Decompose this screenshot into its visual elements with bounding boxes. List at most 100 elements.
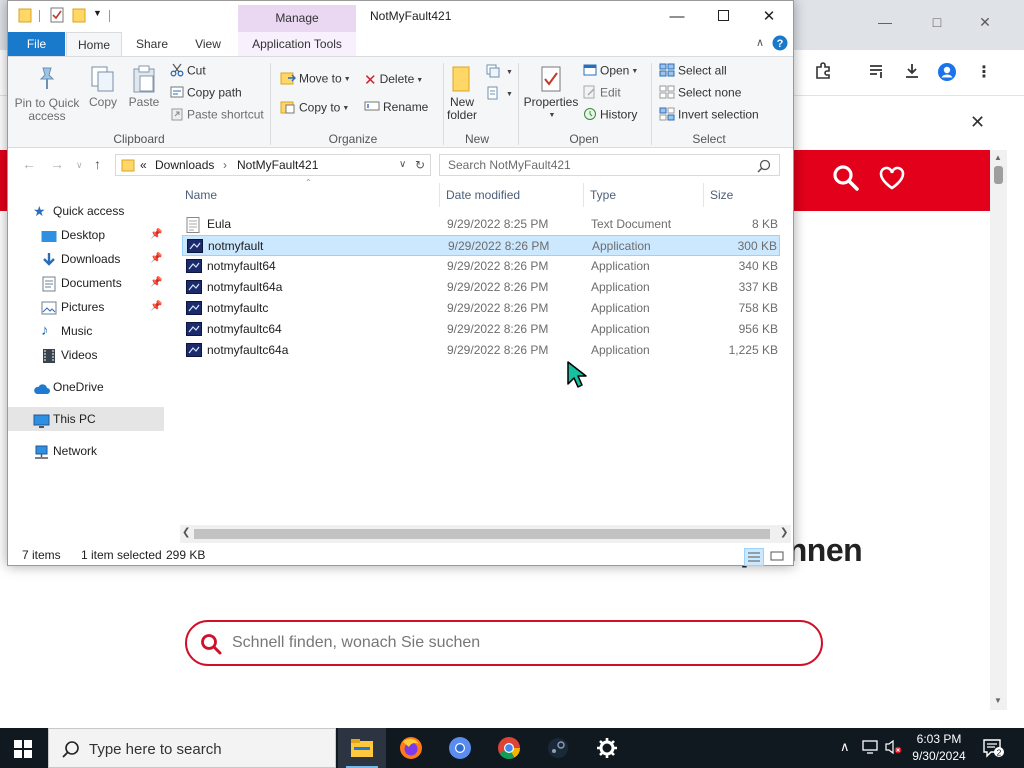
open-button[interactable]: Open ▼ xyxy=(583,63,638,80)
nav-item-music[interactable]: ♪ Music xyxy=(8,319,164,343)
site-search-icon[interactable] xyxy=(832,164,860,195)
scroll-left-icon[interactable]: ❮ xyxy=(182,527,190,538)
file-row[interactable]: notmyfaultc64 9/29/2022 8:26 PM Applicat… xyxy=(182,319,780,340)
action-center-icon[interactable]: 2 xyxy=(982,738,1004,761)
search-input[interactable]: Search NotMyFault421 xyxy=(439,154,780,176)
taskbar-firefox[interactable] xyxy=(387,728,435,768)
new-folder-button[interactable]: New folder xyxy=(444,65,478,122)
manage-contextual-tab[interactable]: Manage xyxy=(238,5,356,32)
refresh-icon[interactable]: ↻ xyxy=(415,158,425,172)
cut-button[interactable]: Cut xyxy=(170,63,206,80)
notice-close-icon[interactable]: ✕ xyxy=(970,112,985,133)
hscroll-thumb[interactable] xyxy=(194,529,770,539)
column-header-name[interactable]: Name xyxy=(185,188,217,202)
properties-button[interactable]: Properties ▼ xyxy=(522,65,580,122)
network-tray-icon[interactable] xyxy=(862,739,878,758)
file-row-selected[interactable]: notmyfault 9/29/2022 8:26 PM Application… xyxy=(182,235,780,256)
file-row[interactable]: notmyfault64 9/29/2022 8:26 PM Applicati… xyxy=(182,256,780,277)
maximize-button[interactable] xyxy=(700,5,746,29)
copy-path-button[interactable]: Copy path xyxy=(170,85,242,102)
column-header-type[interactable]: Type xyxy=(590,188,616,202)
column-header-date-modified[interactable]: Date modified xyxy=(446,188,520,202)
taskbar-search-box[interactable]: Type here to search xyxy=(48,728,336,768)
file-row[interactable]: notmyfaultc 9/29/2022 8:26 PM Applicatio… xyxy=(182,298,780,319)
scroll-right-icon[interactable]: ❯ xyxy=(780,527,788,538)
browser-close-button[interactable]: ✕ xyxy=(970,14,1000,31)
address-bar[interactable]: « Downloads › NotMyFault421 ∨ ↻ xyxy=(115,154,431,176)
large-icons-view-icon[interactable] xyxy=(768,548,788,566)
menu-kebab-icon[interactable]: ⋮ xyxy=(973,62,995,84)
file-row[interactable]: Eula 9/29/2022 8:25 PM Text Document 8 K… xyxy=(182,214,780,235)
nav-network[interactable]: Network xyxy=(8,439,164,463)
nav-onedrive[interactable]: OneDrive xyxy=(8,375,164,399)
nav-item-desktop[interactable]: Desktop 📌 xyxy=(8,223,164,247)
back-arrow-icon[interactable]: ← xyxy=(22,156,36,172)
tab-share[interactable]: Share xyxy=(126,32,178,56)
browser-minimize-button[interactable]: — xyxy=(870,14,900,30)
download-icon[interactable] xyxy=(901,62,923,84)
copy-button[interactable]: Copy xyxy=(86,65,120,109)
rename-button[interactable]: Rename xyxy=(364,100,428,115)
nav-item-videos[interactable]: Videos xyxy=(8,343,164,367)
page-scrollbar[interactable]: ▲ ▼ xyxy=(990,150,1007,710)
scroll-up-icon[interactable]: ▲ xyxy=(994,153,1002,162)
details-view-icon[interactable] xyxy=(744,548,764,566)
taskbar-chromium[interactable] xyxy=(436,728,484,768)
nav-this-pc[interactable]: This PC xyxy=(8,407,164,431)
column-divider[interactable] xyxy=(439,183,440,207)
collapse-ribbon-icon[interactable]: ∧ xyxy=(756,36,764,49)
nav-item-pictures[interactable]: Pictures 📌 xyxy=(8,295,164,319)
breadcrumb-notmyfault421[interactable]: NotMyFault421 xyxy=(237,158,318,172)
select-none-button[interactable]: Select none xyxy=(659,85,741,102)
paste-button[interactable]: Paste xyxy=(126,65,162,109)
taskbar-chrome[interactable] xyxy=(485,728,533,768)
column-divider[interactable] xyxy=(703,183,704,207)
address-history-chevron-icon[interactable]: ∨ xyxy=(399,159,406,170)
file-row[interactable]: notmyfaultc64a 9/29/2022 8:26 PM Applica… xyxy=(182,340,780,361)
help-icon[interactable]: ? xyxy=(772,35,788,54)
address-overflow-chevron[interactable]: « xyxy=(140,158,147,172)
pin-quick-access-button[interactable]: Pin to Quick access xyxy=(14,65,80,123)
tab-file[interactable]: File xyxy=(8,32,65,56)
move-to-button[interactable]: Move to ▼ xyxy=(280,71,351,88)
tab-home[interactable]: Home xyxy=(66,32,122,56)
edit-button[interactable]: Edit xyxy=(583,85,621,102)
taskbar-settings[interactable] xyxy=(583,728,631,768)
file-row[interactable]: notmyfault64a 9/29/2022 8:26 PM Applicat… xyxy=(182,277,780,298)
file-list-hscrollbar[interactable]: ❮ ❯ xyxy=(180,525,791,543)
minimize-button[interactable]: — xyxy=(654,5,700,29)
delete-button[interactable]: ✕ Delete ▼ xyxy=(364,71,423,89)
reading-list-icon[interactable] xyxy=(866,62,888,84)
new-folder-qat-icon[interactable] xyxy=(72,7,86,26)
tab-application-tools[interactable]: Application Tools xyxy=(238,32,356,56)
breadcrumb-downloads[interactable]: Downloads xyxy=(155,158,214,172)
properties-qat-icon[interactable] xyxy=(50,7,64,26)
volume-muted-icon[interactable] xyxy=(885,739,903,758)
taskbar-clock[interactable]: 6:03 PM 9/30/2024 xyxy=(906,731,972,765)
recent-locations-icon[interactable]: ∨ xyxy=(76,160,83,171)
copy-to-button[interactable]: Copy to ▼ xyxy=(280,100,349,117)
scrollbar-thumb[interactable] xyxy=(994,166,1003,184)
nav-quick-access[interactable]: ★ Quick access xyxy=(8,199,164,223)
column-header-size[interactable]: Size xyxy=(710,188,733,202)
taskbar-file-explorer[interactable] xyxy=(338,728,386,768)
taskbar-steam[interactable] xyxy=(534,728,582,768)
nav-item-documents[interactable]: Documents 📌 xyxy=(8,271,164,295)
forward-arrow-icon[interactable]: → xyxy=(50,156,64,172)
site-search-input[interactable]: Schnell finden, wonach Sie suchen xyxy=(185,620,823,666)
windows-start-icon[interactable] xyxy=(14,740,32,761)
show-hidden-icons-chevron[interactable]: ∧ xyxy=(840,739,850,755)
history-button[interactable]: History xyxy=(583,107,637,124)
select-all-button[interactable]: Select all xyxy=(659,63,727,80)
easy-access-button[interactable]: ▼ xyxy=(485,85,513,104)
nav-item-downloads[interactable]: Downloads 📌 xyxy=(8,247,164,271)
extensions-icon[interactable] xyxy=(812,62,834,84)
new-item-button[interactable]: ▼ xyxy=(485,63,513,82)
scroll-down-icon[interactable]: ▼ xyxy=(994,696,1002,705)
up-arrow-icon[interactable]: ↑ xyxy=(94,156,101,172)
profile-icon[interactable] xyxy=(936,62,958,84)
close-button[interactable]: ✕ xyxy=(746,5,792,29)
wishlist-heart-icon[interactable] xyxy=(878,164,906,195)
tab-view[interactable]: View xyxy=(184,32,232,56)
qat-customize-icon[interactable]: ▼ xyxy=(93,8,102,18)
